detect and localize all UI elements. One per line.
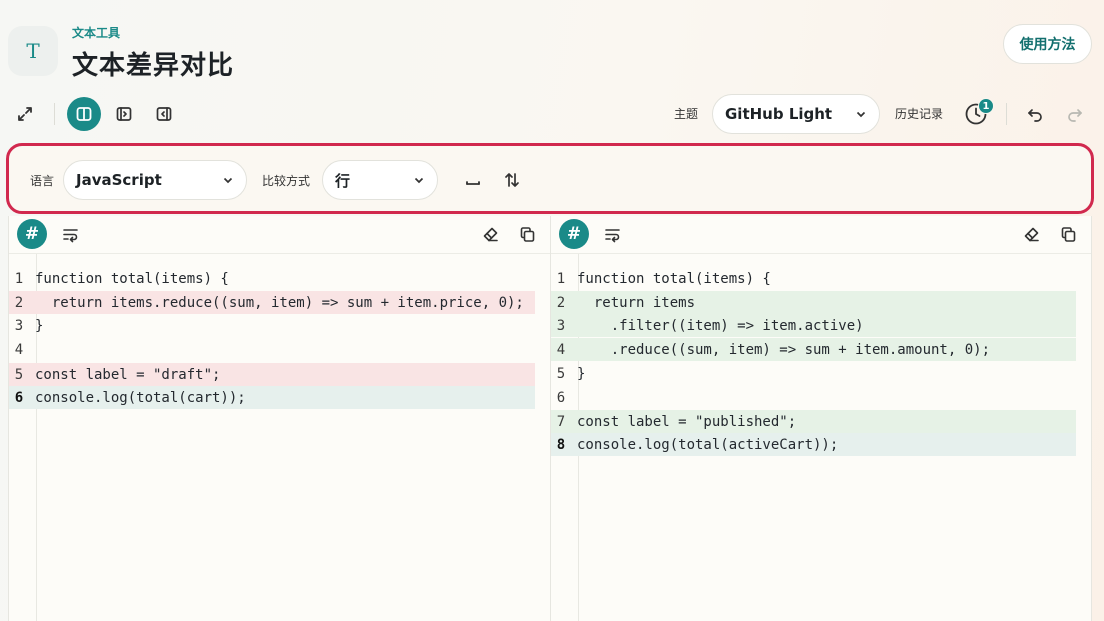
tool-category-label: 文本工具 xyxy=(72,26,121,40)
line-numbers-toggle[interactable]: # xyxy=(17,219,47,249)
line-number: 3 xyxy=(14,317,24,334)
code-text: const label = "published"; xyxy=(577,413,797,430)
eraser-icon[interactable] xyxy=(477,221,503,247)
line-number: 3 xyxy=(556,317,566,334)
code-line[interactable]: 1 function total(items) { xyxy=(9,267,535,290)
code-line[interactable]: 5 } xyxy=(551,362,1076,385)
language-select-value: JavaScript xyxy=(76,171,162,189)
right-panel-icon[interactable] xyxy=(109,99,139,129)
line-number: 8 xyxy=(556,436,566,453)
left-panel-icon[interactable] xyxy=(149,99,179,129)
code-text: function total(items) { xyxy=(35,270,229,287)
help-button[interactable]: 使用方法 xyxy=(1003,24,1092,64)
split-view-button[interactable] xyxy=(67,97,101,131)
code-line[interactable]: 4 xyxy=(9,338,535,361)
chevron-down-icon xyxy=(414,177,424,184)
line-number: 5 xyxy=(556,365,566,382)
undo-icon[interactable] xyxy=(1020,99,1050,129)
copy-icon[interactable] xyxy=(1055,221,1081,247)
split-view-icon xyxy=(76,107,92,121)
word-wrap-icon[interactable] xyxy=(57,221,83,247)
code-line-current[interactable]: 8 console.log(total(activeCart)); xyxy=(551,433,1076,456)
theme-label: 主题 xyxy=(674,107,699,121)
code-line[interactable]: 1 function total(items) { xyxy=(551,267,1076,290)
code-text: } xyxy=(35,317,44,334)
redo-icon[interactable] xyxy=(1060,99,1090,129)
copy-icon[interactable] xyxy=(514,221,540,247)
code-line-deleted[interactable]: 5 const label = "draft"; xyxy=(9,363,535,386)
chevron-down-icon xyxy=(223,177,233,184)
language-label: 语言 xyxy=(30,174,55,188)
word-wrap-icon[interactable] xyxy=(599,221,625,247)
code-text: return items xyxy=(577,294,696,311)
code-line-deleted[interactable]: 2 return items.reduce((sum, item) => sum… xyxy=(9,291,535,314)
line-number: 2 xyxy=(14,294,24,311)
code-text: const label = "draft"; xyxy=(35,366,221,383)
code-text: function total(items) { xyxy=(577,270,771,287)
history-count-badge: 1 xyxy=(978,98,994,114)
original-text-pane[interactable]: # 1 function total(items) { 2 return ite… xyxy=(8,216,551,621)
line-numbers-toggle[interactable]: # xyxy=(559,219,589,249)
eraser-icon[interactable] xyxy=(1018,221,1044,247)
toolbar-divider xyxy=(1006,103,1007,125)
code-line[interactable]: 6 xyxy=(551,386,1076,409)
pane-toolbar: # xyxy=(9,216,550,254)
compare-mode-label: 比较方式 xyxy=(262,174,311,188)
line-number: 7 xyxy=(556,413,566,430)
modified-text-pane[interactable]: # 1 function total(items) { 2 return ite… xyxy=(550,216,1092,621)
page-title: 文本差异对比 xyxy=(72,51,235,81)
language-select[interactable]: JavaScript xyxy=(63,160,247,200)
code-text: .reduce((sum, item) => sum + item.amount… xyxy=(577,341,991,358)
line-number: 6 xyxy=(14,389,24,406)
code-line-added[interactable]: 2 return items xyxy=(551,291,1076,314)
line-number: 1 xyxy=(14,270,24,287)
pane-toolbar: # xyxy=(551,216,1091,254)
theme-select-value: GitHub Light xyxy=(725,105,833,123)
code-line-added[interactable]: 7 const label = "published"; xyxy=(551,410,1076,433)
line-number: 4 xyxy=(14,341,24,358)
line-number: 6 xyxy=(556,389,566,406)
theme-select[interactable]: GitHub Light xyxy=(712,94,880,134)
compare-mode-select[interactable]: 行 xyxy=(322,160,438,200)
code-line-added[interactable]: 3 .filter((item) => item.active) xyxy=(551,314,1076,337)
app-logo: T xyxy=(8,26,58,76)
toolbar-divider xyxy=(54,103,55,125)
line-number: 2 xyxy=(556,294,566,311)
code-line-added[interactable]: 4 .reduce((sum, item) => sum + item.amou… xyxy=(551,338,1076,361)
line-number: 5 xyxy=(14,366,24,383)
line-number: 1 xyxy=(556,270,566,287)
code-text: console.log(total(cart)); xyxy=(35,389,246,406)
chevron-down-icon xyxy=(856,111,866,118)
code-text: } xyxy=(577,365,586,382)
code-line[interactable]: 3 } xyxy=(9,314,535,337)
swap-sides-icon[interactable] xyxy=(497,165,527,195)
ignore-whitespace-icon[interactable] xyxy=(458,165,488,195)
compare-options-panel: 语言 JavaScript 比较方式 行 xyxy=(6,143,1094,214)
line-number: 4 xyxy=(556,341,566,358)
code-line-current[interactable]: 6 console.log(total(cart)); xyxy=(9,386,535,409)
code-text: return items.reduce((sum, item) => sum +… xyxy=(35,294,524,311)
code-text: console.log(total(activeCart)); xyxy=(577,436,839,453)
history-label: 历史记录 xyxy=(895,107,944,121)
compare-mode-value: 行 xyxy=(335,171,351,190)
expand-icon[interactable] xyxy=(10,99,40,129)
code-text: .filter((item) => item.active) xyxy=(577,317,864,334)
